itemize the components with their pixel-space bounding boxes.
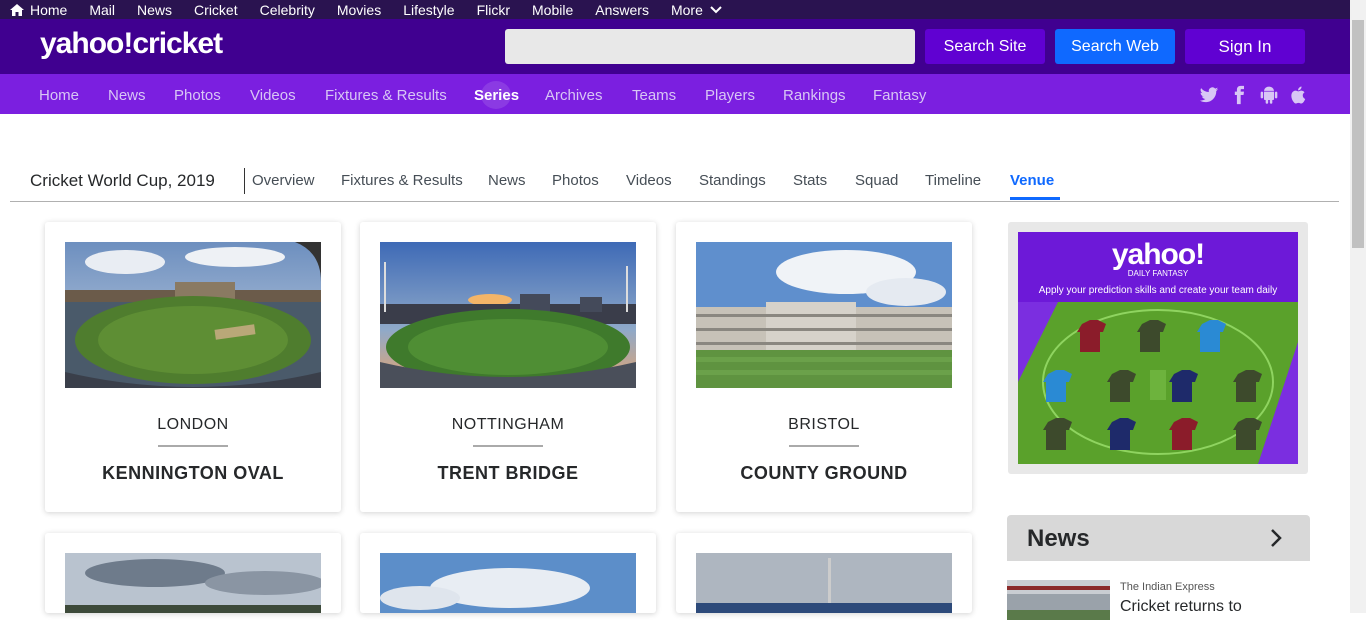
nav-fixtures-results[interactable]: Fixtures & Results (325, 87, 447, 104)
facebook-icon[interactable] (1229, 85, 1249, 105)
main-nav: Home News Photos Videos Fixtures & Resul… (0, 74, 1350, 114)
scrollbar-thumb[interactable] (1352, 20, 1364, 248)
subnav-divider (10, 201, 1339, 202)
venue-separator (789, 445, 859, 447)
topbar-answers[interactable]: Answers (595, 2, 649, 18)
venue-city: NOTTINGHAM (451, 416, 565, 433)
apple-icon[interactable] (1289, 85, 1309, 105)
topbar-mail[interactable]: Mail (89, 2, 115, 18)
news-source: The Indian Express (1120, 581, 1215, 593)
search-input[interactable] (505, 29, 915, 64)
tab-news[interactable]: News (488, 172, 526, 189)
venue-name[interactable]: TRENT BRIDGE (360, 463, 656, 484)
topbar-home-label: Home (30, 1, 68, 18)
topbar-more[interactable]: More (671, 2, 728, 18)
venue-name[interactable]: COUNTY GROUND (676, 463, 972, 484)
venue-card[interactable]: NOTTINGHAM TRENT BRIDGE (360, 222, 656, 512)
venue-separator (158, 445, 228, 447)
topbar-celebrity[interactable]: Celebrity (260, 2, 315, 18)
venue-separator (473, 445, 543, 447)
android-icon[interactable] (1259, 85, 1279, 105)
nav-news[interactable]: News (108, 87, 146, 104)
venue-card[interactable]: BRISTOL COUNTY GROUND (676, 222, 972, 512)
nav-videos[interactable]: Videos (250, 87, 296, 104)
venue-card[interactable] (360, 533, 656, 613)
nav-fantasy[interactable]: Fantasy (873, 87, 926, 104)
sign-in-button[interactable]: Sign In (1185, 29, 1305, 64)
site-header: yahoo!cricket Search Site Search Web Sig… (0, 19, 1350, 74)
series-divider (244, 168, 245, 194)
topbar-home[interactable]: Home (10, 2, 67, 18)
tab-photos[interactable]: Photos (552, 172, 599, 189)
chevron-down-icon (710, 5, 722, 13)
search-site-button[interactable]: Search Site (925, 29, 1045, 64)
nav-series[interactable]: Series (474, 87, 519, 104)
venue-photo[interactable] (696, 553, 952, 613)
topbar-more-label: More (670, 1, 703, 18)
venue-card[interactable]: LONDON KENNINGTON OVAL (45, 222, 341, 512)
fantasy-ad[interactable]: yahoo! DAILY FANTASY Apply your predicti… (1008, 222, 1308, 474)
series-title: Cricket World Cup, 2019 (30, 171, 215, 190)
venue-photo[interactable] (696, 242, 952, 388)
nav-archives[interactable]: Archives (545, 87, 603, 104)
venue-photo[interactable] (65, 553, 321, 613)
ad-tagline: Apply your prediction skills and create … (1038, 285, 1278, 296)
ad-subtitle: DAILY FANTASY (1127, 269, 1189, 278)
venue-photo[interactable] (380, 242, 636, 388)
tab-venue[interactable]: Venue (1010, 172, 1054, 189)
topbar-mobile[interactable]: Mobile (532, 2, 573, 18)
venue-photo[interactable] (65, 242, 321, 388)
tab-timeline[interactable]: Timeline (925, 172, 981, 189)
tab-videos[interactable]: Videos (626, 172, 672, 189)
topbar-lifestyle[interactable]: Lifestyle (403, 2, 454, 18)
nav-players[interactable]: Players (705, 87, 755, 104)
nav-home[interactable]: Home (39, 87, 79, 104)
venue-name[interactable]: KENNINGTON OVAL (45, 463, 341, 484)
yahoo-cricket-logo[interactable]: yahoo!cricket (40, 27, 223, 61)
venue-photo[interactable] (380, 553, 636, 613)
tab-squad[interactable]: Squad (855, 172, 898, 189)
nav-rankings[interactable]: Rankings (783, 87, 846, 104)
top-bar: Home Mail News Cricket Celebrity Movies … (0, 0, 1366, 19)
ad-yahoo-logo: yahoo! (1111, 238, 1205, 271)
news-thumbnail[interactable] (1007, 580, 1110, 620)
topbar-movies[interactable]: Movies (337, 2, 381, 18)
twitter-icon[interactable] (1199, 85, 1219, 105)
home-icon (10, 3, 24, 16)
active-tab-underline (1010, 197, 1060, 200)
chevron-right-icon[interactable] (1269, 528, 1283, 548)
nav-photos[interactable]: Photos (174, 87, 221, 104)
nav-teams[interactable]: Teams (632, 87, 676, 104)
venue-city: BRISTOL (788, 416, 860, 433)
tab-fixtures-results[interactable]: Fixtures & Results (341, 172, 463, 189)
news-section-header[interactable]: News (1007, 515, 1310, 561)
news-heading: News (1027, 525, 1090, 552)
venue-city: LONDON (157, 416, 229, 433)
fantasy-ad-banner[interactable]: yahoo! DAILY FANTASY Apply your predicti… (1018, 232, 1298, 464)
topbar-cricket[interactable]: Cricket (194, 2, 238, 18)
news-title[interactable]: Cricket returns to (1120, 598, 1242, 616)
tab-overview[interactable]: Overview (252, 172, 315, 189)
venue-card[interactable] (45, 533, 341, 613)
tab-standings[interactable]: Standings (699, 172, 766, 189)
topbar-flickr[interactable]: Flickr (477, 2, 510, 18)
tab-stats[interactable]: Stats (793, 172, 827, 189)
venue-card[interactable] (676, 533, 972, 613)
search-web-button[interactable]: Search Web (1055, 29, 1175, 64)
topbar-news[interactable]: News (137, 2, 172, 18)
